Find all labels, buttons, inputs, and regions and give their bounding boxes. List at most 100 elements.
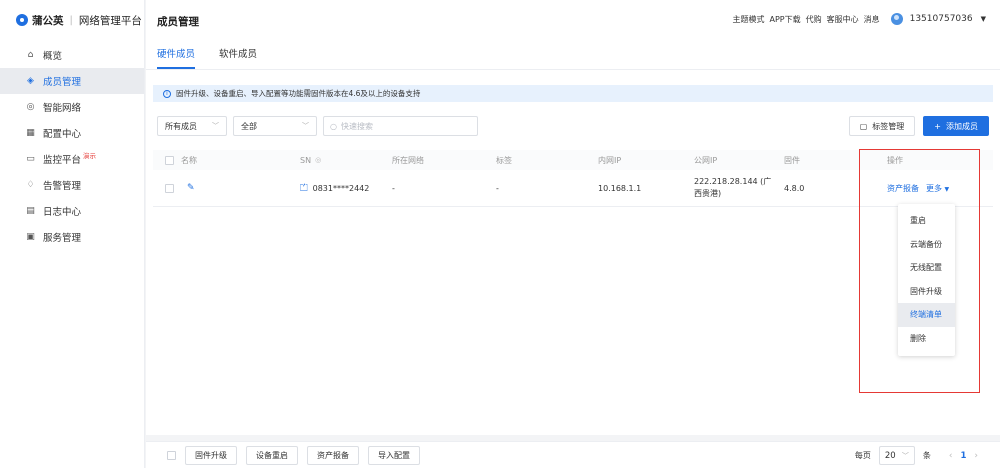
prev-page-icon[interactable]: ‹ xyxy=(949,451,953,461)
import-config-button[interactable]: 导入配置 xyxy=(368,446,420,465)
caret-down-icon: ▼ xyxy=(944,185,950,193)
batch-reboot-button[interactable]: 设备重启 xyxy=(246,446,298,465)
tag-manage-button[interactable]: ▢ 标签管理 xyxy=(848,116,916,136)
more-dropdown-menu: 重启 云端备份 无线配置 固件升级 终端清单 删除 xyxy=(898,204,955,356)
network-cell: - xyxy=(392,183,395,193)
sidebar-item-network[interactable]: ◎ 智能网络 xyxy=(0,94,144,120)
more-dropdown-link[interactable]: 更多 ▼ xyxy=(926,183,949,194)
toolbar-actions: ▢ 标签管理 + 添加成员 xyxy=(848,116,989,136)
sidebar-item-label: 配置中心 xyxy=(43,129,82,140)
add-member-label: 添加成员 xyxy=(946,121,978,131)
search-icon: ○ xyxy=(330,121,337,131)
purchase-link[interactable]: 代购 xyxy=(806,14,822,25)
sidebar-item-label: 智能网络 xyxy=(43,103,82,114)
eye-icon[interactable]: ◎ xyxy=(315,156,321,164)
info-icon: i xyxy=(163,89,171,98)
operation-cell: 资产报备 更多 ▼ xyxy=(887,170,949,206)
batch-asset-report-button[interactable]: 资产报备 xyxy=(307,446,359,465)
brand-separator: | xyxy=(69,14,73,26)
status-filter-value: 全部 xyxy=(241,121,257,131)
menu-item-terminal-list[interactable]: 终端清单 xyxy=(898,303,955,327)
sidebar-item-alerts[interactable]: ♢ 告警管理 xyxy=(0,172,144,198)
batch-firmware-upgrade-button[interactable]: 固件升级 xyxy=(185,446,237,465)
sidebar-nav: ⌂ 概览 ◈ 成员管理 ◎ 智能网络 ▦ 配置中心 ▭ 监控平台 演示 ♢ 告警… xyxy=(0,42,144,250)
page-size-select[interactable]: 20 ﹀ xyxy=(878,446,915,465)
per-page-label: 每页 xyxy=(854,451,871,460)
brand[interactable]: 蒲公英 | 网络管理平台 xyxy=(0,0,144,40)
column-header: 内网IP xyxy=(598,155,622,165)
tab-software-members[interactable]: 软件成员 xyxy=(219,46,257,69)
clipboard-icon: ▢ xyxy=(859,121,868,131)
app-download-link[interactable]: APP下载 xyxy=(769,14,800,25)
column-header: 名称 xyxy=(181,155,197,165)
sn-value: 0831****2442 xyxy=(312,183,370,193)
sidebar-item-config[interactable]: ▦ 配置中心 xyxy=(0,120,144,146)
network-icon: ◎ xyxy=(26,101,35,112)
support-center-link[interactable]: 客服中心 xyxy=(827,14,859,25)
table-header: 名称 SN ◎ 所在网络 标签 内网IP 公网IP 固件 操作 xyxy=(153,150,993,170)
header-links: 主题模式 APP下载 代购 客服中心 消息 13510757036 ▼ xyxy=(732,13,986,25)
add-member-button[interactable]: + 添加成员 xyxy=(923,116,989,136)
sidebar-item-label: 日志中心 xyxy=(43,207,82,218)
asset-report-link[interactable]: 资产报备 xyxy=(887,183,919,194)
row-checkbox[interactable] xyxy=(165,183,174,193)
menu-item-wireless-config[interactable]: 无线配置 xyxy=(898,256,955,280)
per-page-unit: 条 xyxy=(922,451,931,460)
footer-select-all-checkbox[interactable] xyxy=(167,451,176,460)
user-phone[interactable]: 13510757036 xyxy=(910,14,973,24)
plus-icon: + xyxy=(934,121,941,131)
column-header: 固件 xyxy=(784,155,800,165)
menu-item-delete[interactable]: 删除 xyxy=(898,327,955,351)
chevron-down-icon: ﹀ xyxy=(901,451,909,460)
layers-icon: ◈ xyxy=(27,75,34,86)
table-row: ✎ ⏍ 0831****2442 - - 10.168.1.1 222.218.… xyxy=(153,170,993,207)
wan-ip-cell: 222.218.28.144 (广西贵港) xyxy=(694,177,772,198)
member-tabs: 硬件成员 软件成员 xyxy=(157,46,257,69)
sidebar-item-label: 监控平台 xyxy=(43,155,82,166)
brand-name: 蒲公英 xyxy=(32,14,64,27)
brand-logo-icon xyxy=(16,14,28,26)
sidebar-item-label: 概览 xyxy=(43,51,63,62)
current-page[interactable]: 1 xyxy=(960,451,966,461)
header: 成员管理 主题模式 APP下载 代购 客服中心 消息 13510757036 ▼ xyxy=(146,0,1000,40)
edit-icon[interactable]: ✎ xyxy=(187,183,195,193)
firmware-notice: i 固件升级、设备重启、导入配置等功能需固件版本在4.6及以上的设备支持 xyxy=(153,85,993,102)
next-page-icon[interactable]: › xyxy=(974,451,978,461)
sidebar-item-services[interactable]: ▣ 服务管理 xyxy=(0,224,144,250)
chevron-down-icon: ﹀ xyxy=(212,122,219,130)
firmware-cell: 4.8.0 xyxy=(784,183,805,193)
tag-manage-label: 标签管理 xyxy=(872,121,905,131)
sidebar-item-label: 成员管理 xyxy=(43,77,82,88)
demo-badge: 演示 xyxy=(83,152,97,160)
bell-icon: ♢ xyxy=(26,179,35,190)
menu-item-firmware-upgrade[interactable]: 固件升级 xyxy=(898,280,955,304)
tab-hardware-members[interactable]: 硬件成员 xyxy=(157,46,196,69)
more-label: 更多 xyxy=(926,183,942,193)
sidebar-item-members[interactable]: ◈ 成员管理 xyxy=(0,68,144,94)
sidebar-item-overview[interactable]: ⌂ 概览 xyxy=(0,42,144,68)
status-filter-select[interactable]: 全部 ﹀ xyxy=(233,116,317,136)
caret-down-icon[interactable]: ▼ xyxy=(981,15,986,23)
monitor-icon: ▭ xyxy=(26,153,35,164)
member-filter-select[interactable]: 所有成员 ﹀ xyxy=(157,116,227,136)
search-input[interactable]: ○ 快速搜索 xyxy=(323,116,478,136)
select-all-checkbox[interactable] xyxy=(165,155,174,165)
sidebar-item-logs[interactable]: ▤ 日志中心 xyxy=(0,198,144,224)
menu-item-reboot[interactable]: 重启 xyxy=(898,209,955,233)
name-cell: ✎ xyxy=(187,170,195,206)
avatar[interactable] xyxy=(890,13,903,25)
row-select-cell xyxy=(165,170,174,206)
filter-bar: 所有成员 ﹀ 全部 ﹀ ○ 快速搜索 xyxy=(157,116,478,136)
sidebar-item-monitor[interactable]: ▭ 监控平台 演示 xyxy=(0,146,144,172)
tag-cell: - xyxy=(496,183,499,193)
member-filter-value: 所有成员 xyxy=(165,121,197,131)
batch-actions: 固件升级 设备重启 资产报备 导入配置 xyxy=(167,446,420,465)
tab-divider xyxy=(146,69,1000,70)
messages-link[interactable]: 消息 xyxy=(864,14,880,25)
search-placeholder: 快速搜索 xyxy=(340,121,373,131)
column-header: 操作 xyxy=(887,155,903,165)
grid-icon: ▦ xyxy=(26,127,35,138)
theme-mode-link[interactable]: 主题模式 xyxy=(732,14,764,25)
column-header: SN xyxy=(300,155,312,165)
menu-item-cloud-backup[interactable]: 云端备份 xyxy=(898,233,955,257)
